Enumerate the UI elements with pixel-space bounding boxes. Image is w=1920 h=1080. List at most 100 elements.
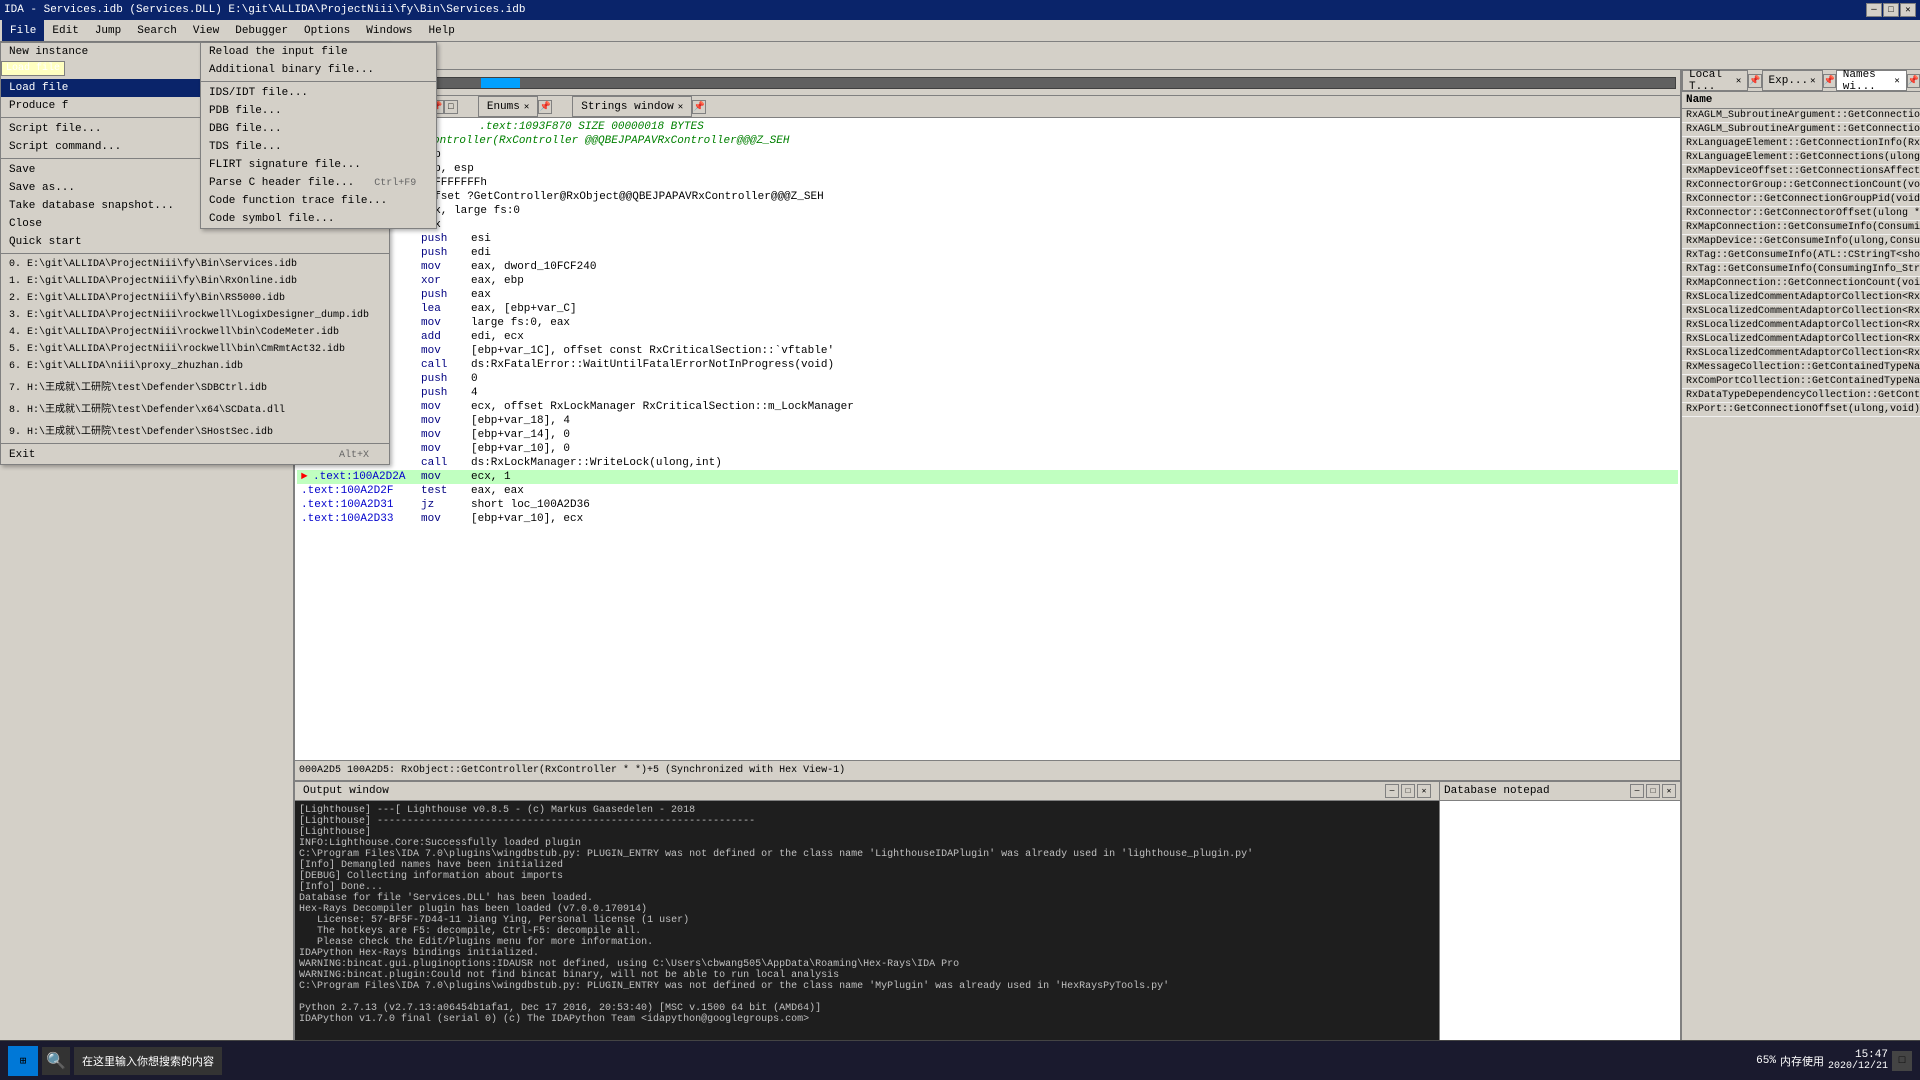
tab-float-a[interactable]: □ <box>444 100 458 114</box>
search-button[interactable]: 🔍 <box>42 1047 70 1075</box>
name-row[interactable]: RxSLocalizedCommentAdaptorCollection<RxD… <box>1682 319 1920 333</box>
menu-item-recent-0[interactable]: 0. E:\git\ALLIDA\ProjectNiii\fy\Bin\Serv… <box>1 256 389 273</box>
disasm-line[interactable]: push ebp <box>297 148 1678 162</box>
submenu-reload[interactable]: Reload the input file <box>201 43 436 61</box>
notepad-maximize[interactable]: □ <box>1646 784 1660 798</box>
name-row[interactable]: RxSLocalizedCommentAdaptorCollection<RxA… <box>1682 291 1920 305</box>
submenu-flirt[interactable]: FLIRT signature file... <box>201 156 436 174</box>
disasm-line[interactable]: .text:100A2D2F test eax, eax <box>297 484 1678 498</box>
name-row[interactable]: RxMapDeviceOffset::GetConnectionsAffecte… <box>1682 165 1920 179</box>
submenu-code-func[interactable]: Code function trace file... <box>201 192 436 210</box>
disasm-line[interactable]: push offset ?GetController@RxObject@@QBE… <box>297 190 1678 204</box>
disasm-line[interactable]: xt:100A2CEB xor eax, ebp <box>297 274 1678 288</box>
submenu-ids[interactable]: IDS/IDT file... <box>201 84 436 102</box>
tab-pin-lt[interactable]: 📌 <box>1748 74 1761 88</box>
nav-bar[interactable] <box>347 77 1676 89</box>
disasm-line[interactable]: xt:100A2CF9 mov [ebp+var_1C], offset con… <box>297 344 1678 358</box>
disasm-line[interactable]: mov eax, large fs:0 <box>297 204 1678 218</box>
output-minimize[interactable]: ─ <box>1385 784 1399 798</box>
disasm-line[interactable]: mov ebp, esp <box>297 162 1678 176</box>
output-content[interactable]: [Lighthouse] ---[ Lighthouse v0.8.5 - (c… <box>295 801 1439 1043</box>
disasm-line[interactable]: xt:100A2CE6 push edi <box>297 246 1678 260</box>
output-close[interactable]: ✕ <box>1417 784 1431 798</box>
name-row[interactable]: RxMapConnection::GetConsumeInfo(Consumin… <box>1682 221 1920 235</box>
menu-jump[interactable]: Jump <box>87 20 129 41</box>
disasm-line[interactable]: xt:100A2CE5 push esi <box>297 232 1678 246</box>
menu-item-recent-2[interactable]: 2. E:\git\ALLIDA\ProjectNiii\fy\Bin\RS50… <box>1 290 389 307</box>
disasm-line[interactable]: xt:100A2CF7 add edi, ecx <box>297 330 1678 344</box>
disasm-line-selected[interactable]: ► .text:100A2D2A mov ecx, 1 <box>297 470 1678 484</box>
menu-help[interactable]: Help <box>420 20 462 41</box>
name-row[interactable]: RxMapConnection::GetConnectionCount(void… <box>1682 277 1920 291</box>
tab-pin-enums[interactable]: 📌 <box>538 100 552 114</box>
submenu-tds[interactable]: TDS file... <box>201 138 436 156</box>
name-row[interactable]: RxPort::GetConnectionOffset(ulong,void) <box>1682 403 1920 417</box>
menu-item-recent-9[interactable]: 9. H:\王成就\工研院\test\Defender\SHostSec.idb <box>1 419 389 441</box>
menu-item-recent-6[interactable]: 6. E:\git\ALLIDA\niii\proxy_zhuzhan.idb <box>1 358 389 375</box>
menu-edit[interactable]: Edit <box>44 20 86 41</box>
name-row[interactable]: RxSLocalizedCommentAdaptorCollection<RxC… <box>1682 333 1920 347</box>
minimize-button[interactable]: ─ <box>1866 3 1882 17</box>
tab-strings[interactable]: Strings window ✕ <box>572 96 692 117</box>
menu-view[interactable]: View <box>185 20 227 41</box>
menu-item-recent-8[interactable]: 8. H:\王成就\工研院\test\Defender\x64\SCData.d… <box>1 397 389 419</box>
enums-close[interactable]: ✕ <box>524 102 529 112</box>
menu-item-recent-3[interactable]: 3. E:\git\ALLIDA\ProjectNiii\rockwell\Lo… <box>1 307 389 324</box>
name-row[interactable]: RxConnector::GetConnectionGroupPid(void) <box>1682 193 1920 207</box>
disasm-line[interactable]: xt:100A2D06 push 0 <box>297 372 1678 386</box>
disasm-line[interactable]: xt:100A2CF1 mov large fs:0, eax <box>297 316 1678 330</box>
disasm-line[interactable]: xt:100A2D1D mov [ebp+var_10], 0 <box>297 442 1678 456</box>
tab-expressions[interactable]: Exp... ✕ <box>1762 70 1823 91</box>
disasm-line[interactable]: xt:100A2D16 mov [ebp+var_14], 0 <box>297 428 1678 442</box>
menu-debugger[interactable]: Debugger <box>227 20 296 41</box>
tab-names[interactable]: Names wi... ✕ <box>1836 70 1907 91</box>
name-row[interactable]: RxTag::GetConsumeInfo(ConsumingInfo_Stru… <box>1682 263 1920 277</box>
menu-search[interactable]: Search <box>129 20 185 41</box>
name-row[interactable]: RxDataTypeDependencyCollection::GetConta… <box>1682 389 1920 403</box>
submenu-additional-binary[interactable]: Additional binary file... <box>201 61 436 79</box>
notepad-minimize[interactable]: ─ <box>1630 784 1644 798</box>
disasm-line[interactable]: xt:100A2CEE lea eax, [ebp+var_C] <box>297 302 1678 316</box>
show-desktop[interactable]: □ <box>1892 1051 1912 1071</box>
submenu-parse-c[interactable]: Parse C header file... Ctrl+F9 <box>201 174 436 192</box>
tab-pin-names[interactable]: 📌 <box>1907 74 1920 88</box>
name-row[interactable]: RxSLocalizedCommentAdaptorCollection<RxC… <box>1682 305 1920 319</box>
menu-file[interactable]: File <box>2 20 44 41</box>
menu-windows[interactable]: Windows <box>358 20 420 41</box>
menu-item-recent-5[interactable]: 5. E:\git\ALLIDA\ProjectNiii\rockwell\bi… <box>1 341 389 358</box>
strings-close[interactable]: ✕ <box>678 102 683 112</box>
db-notepad-content[interactable] <box>1440 801 1680 1060</box>
name-row[interactable]: RxTag::GetConsumeInfo(ATL::CStringT<shor… <box>1682 249 1920 263</box>
name-row[interactable]: RxLanguageElement::GetConnections(ulong,… <box>1682 151 1920 165</box>
name-row[interactable]: RxComPortCollection::GetContainedTypeNam… <box>1682 375 1920 389</box>
submenu-code-sym[interactable]: Code symbol file... <box>201 210 436 228</box>
menu-options[interactable]: Options <box>296 20 358 41</box>
menu-item-recent-4[interactable]: 4. E:\git\ALLIDA\ProjectNiii\rockwell\bi… <box>1 324 389 341</box>
disasm-line[interactable]: xt:100A2D24 call ds:RxLockManager::Write… <box>297 456 1678 470</box>
tab-local-types[interactable]: Local T... ✕ <box>1682 70 1748 91</box>
disasm-line[interactable]: .text:100A2D31 jz short loc_100A2D36 <box>297 498 1678 512</box>
notepad-close[interactable]: ✕ <box>1662 784 1676 798</box>
tab-pin-strings[interactable]: 📌 <box>692 100 706 114</box>
name-row[interactable]: RxSLocalizedCommentAdaptorCollection<RxT… <box>1682 347 1920 361</box>
start-button[interactable]: ⊞ <box>8 1046 38 1076</box>
name-row[interactable]: RxLanguageElement::GetConnectionInfo(RxC… <box>1682 137 1920 151</box>
local-types-close[interactable]: ✕ <box>1736 76 1741 86</box>
disasm-line[interactable]: push 0FFFFFFFFh <box>297 176 1678 190</box>
menu-item-quick-start[interactable]: Quick start <box>1 233 389 251</box>
disasm-line[interactable]: xt:100A2D0F mov [ebp+var_18], 4 <box>297 414 1678 428</box>
submenu-pdb[interactable]: PDB file... <box>201 102 436 120</box>
disasm-line[interactable]: .text:100A2D33 mov [ebp+var_10], ecx <box>297 512 1678 526</box>
name-row[interactable]: RxAGLM_SubroutineArgument::GetConnection… <box>1682 109 1920 123</box>
menu-item-recent-1[interactable]: 1. E:\git\ALLIDA\ProjectNiii\fy\Bin\RxOn… <box>1 273 389 290</box>
disasm-line[interactable]: xt:100A2CE8 mov eax, dword_10FCF240 <box>297 260 1678 274</box>
disasm-line[interactable]: xt:100A2CED push eax <box>297 288 1678 302</box>
name-row[interactable]: RxConnectorGroup::GetConnectionCount(voi… <box>1682 179 1920 193</box>
close-button[interactable]: ✕ <box>1900 3 1916 17</box>
expressions-close[interactable]: ✕ <box>1810 76 1815 86</box>
names-close[interactable]: ✕ <box>1894 76 1899 86</box>
menu-item-recent-7[interactable]: 7. H:\王成就\工研院\test\Defender\SDBCtrl.idb <box>1 375 389 397</box>
submenu-dbg[interactable]: DBG file... <box>201 120 436 138</box>
disasm-area[interactable]: .text:1093F870 SIZE 00000018 BYTES ; RxO… <box>295 118 1680 760</box>
name-row[interactable]: RxMapDevice::GetConsumeInfo(ulong,Consum… <box>1682 235 1920 249</box>
